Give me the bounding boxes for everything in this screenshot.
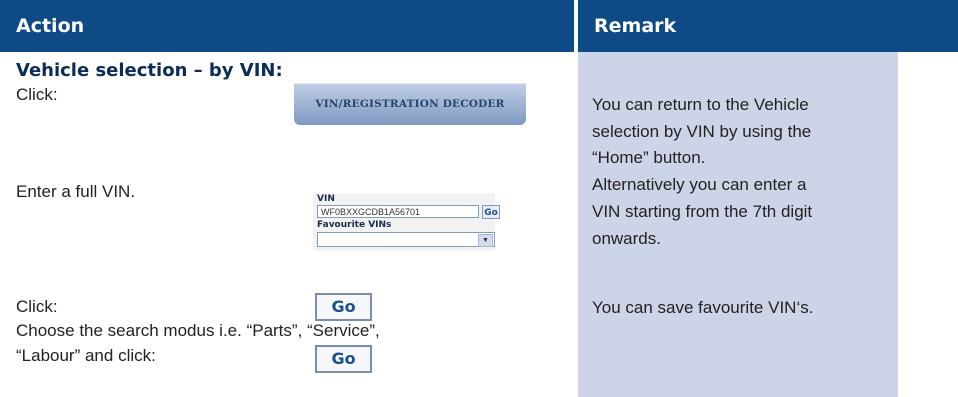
favourite-vins-select[interactable]: ▼ — [317, 232, 495, 247]
remark-save-favourites: You can save favourite VIN‘s. — [592, 298, 814, 317]
vin-label: VIN — [317, 194, 335, 204]
remark-column: You can return to the Vehicle selection … — [578, 52, 898, 397]
remark-column-header: Remark — [578, 0, 958, 52]
remark-line-6: onwards. — [592, 229, 661, 248]
vin-entry-widget: VIN WF0BXXGCDB1A56701 Go Favourite VINs … — [313, 193, 500, 251]
vin-input[interactable]: WF0BXXGCDB1A56701 — [317, 205, 479, 218]
section-title: Vehicle selection – by VIN: — [16, 60, 283, 81]
go-button-search[interactable]: Go — [315, 345, 372, 373]
choose-search-modus-line2: “Labour” and click: — [16, 346, 156, 365]
enter-vin-instruction: Enter a full VIN. — [16, 182, 136, 201]
click-instruction-2: Click: — [16, 297, 58, 316]
action-column: Vehicle selection – by VIN: Click: VIN/R… — [0, 52, 574, 397]
vin-go-button[interactable]: Go — [482, 205, 500, 219]
remark-line-5: VIN starting from the 7th digit — [592, 202, 813, 221]
remark-line-1: You can return to the Vehicle — [592, 95, 809, 114]
choose-search-modus-line1: Choose the search modus i.e. “Parts”, “S… — [16, 321, 380, 340]
chevron-down-icon[interactable]: ▼ — [478, 234, 493, 247]
remark-line-4: Alternatively you can enter a — [592, 175, 807, 194]
favourite-vins-label: Favourite VINs — [317, 220, 392, 230]
table-header: Action Remark — [0, 0, 958, 52]
click-instruction-1: Click: — [16, 85, 58, 104]
remark-line-3: “Home” button. — [592, 148, 706, 167]
remark-line-2: selection by VIN by using the — [592, 122, 812, 141]
vin-registration-decoder-button[interactable]: VIN/REGISTRATION DECODER — [294, 83, 526, 125]
action-column-header: Action — [0, 0, 574, 52]
